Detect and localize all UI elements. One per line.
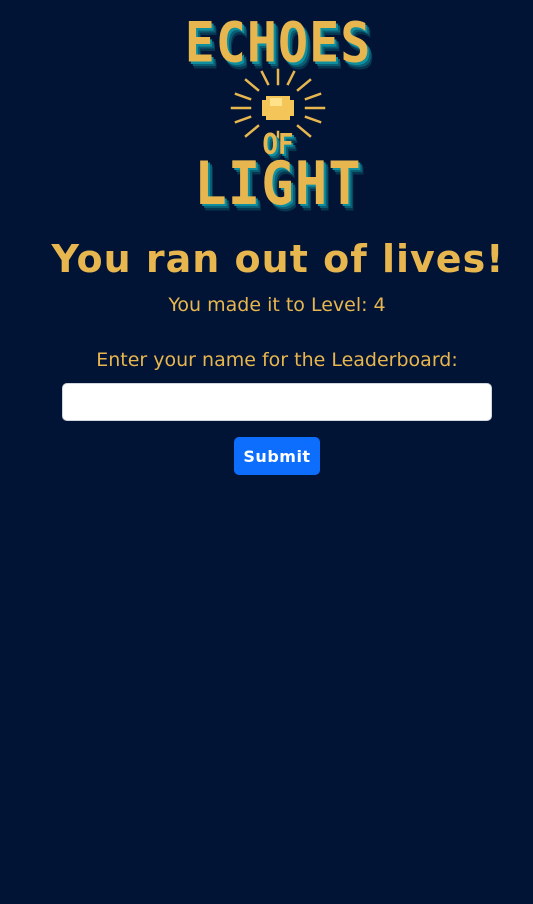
- logo-word-echoes: ECHOES: [184, 11, 372, 75]
- leaderboard-name-label: Enter your name for the Leaderboard:: [96, 349, 458, 371]
- name-input[interactable]: [62, 383, 492, 421]
- level-reached-text: You made it to Level: 4: [168, 294, 386, 316]
- game-logo: ECHOES OF LIGHT: [176, 11, 380, 216]
- game-over-title: You ran out of lives!: [51, 237, 505, 281]
- logo-word-light: LIGHT: [194, 148, 362, 219]
- submit-button[interactable]: Submit: [234, 437, 320, 475]
